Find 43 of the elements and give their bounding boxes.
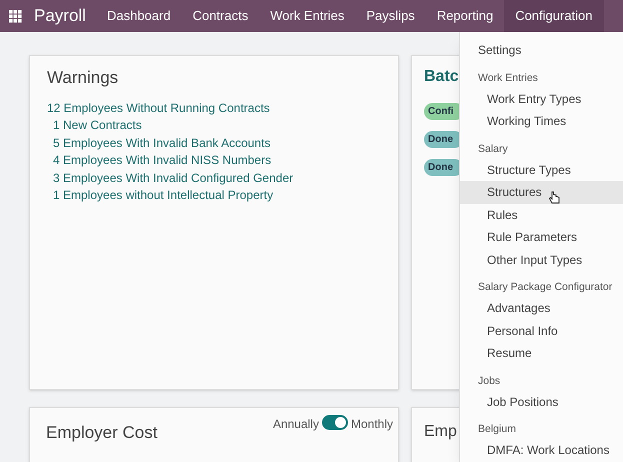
warning-link[interactable]: 1 Employees without Intellectual Property <box>53 187 274 204</box>
dropdown-menu-item[interactable]: Personal Info <box>460 320 623 342</box>
nav-menu-item[interactable]: Payslips <box>355 0 426 32</box>
dropdown-menu-item[interactable]: Job Positions <box>460 390 623 413</box>
dropdown-menu-item[interactable]: Work Entry Types <box>460 88 623 110</box>
card-title: Batc <box>424 67 459 87</box>
warning-link[interactable]: 3 Employees With Invalid Configured Gender <box>53 170 294 187</box>
card-title: Warnings <box>47 67 120 89</box>
apps-menu-icon[interactable] <box>9 10 22 22</box>
dropdown-menu-item[interactable]: Other Input Types <box>460 248 623 271</box>
menu-section-header: Work Entries <box>477 70 539 86</box>
menu-section-header: Belgium <box>477 422 517 438</box>
status-badge: Done <box>424 159 459 176</box>
dropdown-menu-item[interactable]: Structure Types <box>460 158 623 181</box>
dropdown-menu-item[interactable]: Working Times <box>460 110 623 132</box>
dropdown-menu-item[interactable]: Rule Parameters <box>460 226 623 248</box>
period-toggle[interactable] <box>322 415 348 430</box>
dropdown-menu-item[interactable]: Rules <box>460 204 623 226</box>
nav-menu-item[interactable]: Configuration <box>504 0 604 32</box>
warning-link[interactable]: 12 Employees Without Running Contracts <box>47 100 270 117</box>
nav-menu-item[interactable]: Contracts <box>182 0 260 32</box>
card-title: Employer Cost <box>46 422 158 444</box>
dropdown-menu-item[interactable]: Advantages <box>460 297 623 320</box>
nav-menu-item[interactable]: Work Entries <box>259 0 356 32</box>
menu-section-header: Jobs <box>477 374 502 389</box>
nav-menu-item[interactable]: Reporting <box>426 0 504 32</box>
nav-menu-item[interactable]: Dashboard <box>96 0 182 32</box>
warning-link[interactable]: 5 Employees With Invalid Bank Accounts <box>53 134 270 152</box>
dropdown-menu-item[interactable]: DMFA: Work Locations <box>460 439 623 462</box>
status-badge: Confi <box>424 103 459 120</box>
dropdown-menu-item[interactable]: Settings <box>460 39 623 62</box>
menu-section-header: Salary <box>477 142 509 157</box>
hand-cursor-icon <box>548 191 561 204</box>
menu-section-header: Salary Package Configurator <box>477 280 614 296</box>
app-title[interactable]: Payroll <box>34 3 86 29</box>
dropdown-menu-item[interactable]: Resume <box>460 342 623 364</box>
dropdown-menu-item[interactable]: Structures <box>460 181 623 204</box>
warning-link[interactable]: 1 New Contracts <box>53 117 142 134</box>
toggle-label: Annually <box>272 416 319 433</box>
toggle-label: Monthly <box>350 416 393 433</box>
warning-link[interactable]: 4 Employees With Invalid NISS Numbers <box>53 152 272 170</box>
card-title: Emp <box>424 422 457 442</box>
status-badge: Done <box>424 131 459 148</box>
